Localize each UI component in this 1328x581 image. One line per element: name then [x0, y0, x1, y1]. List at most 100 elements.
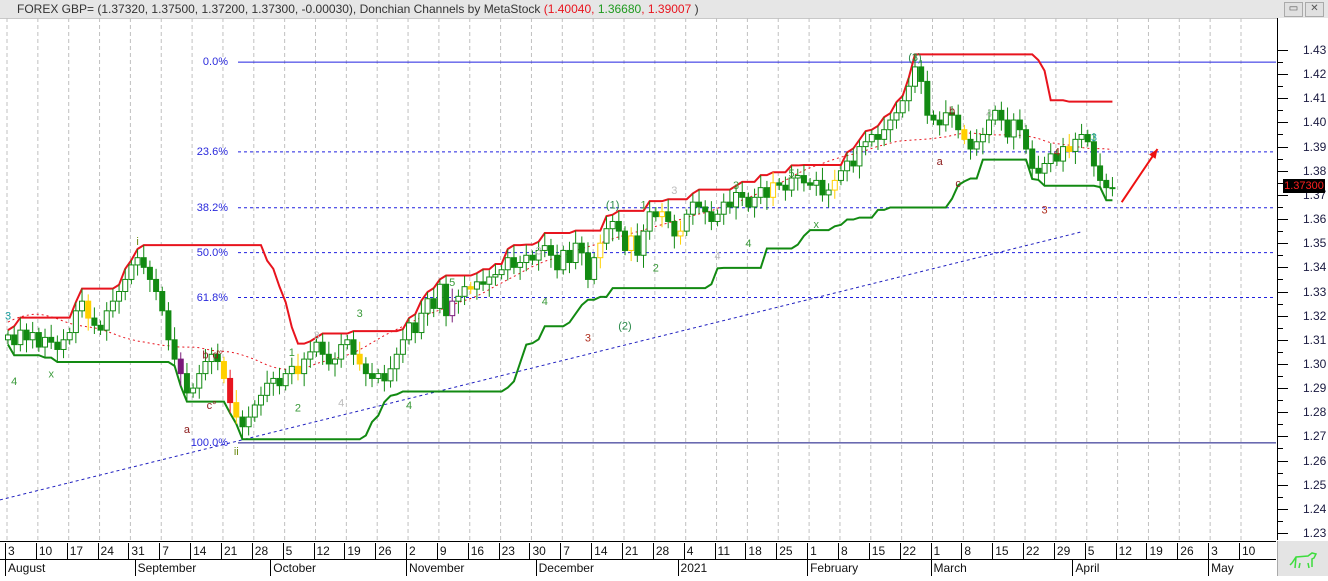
candle-body [986, 119, 993, 136]
price-minor-tick [1278, 520, 1283, 522]
candle-body [313, 341, 320, 353]
price-tick-label: 1.24 [1303, 501, 1327, 516]
week-tick-label: 28 [251, 543, 268, 559]
price-tick [1278, 194, 1288, 196]
candle-body [874, 134, 881, 140]
date-axis[interactable]: August September October November December 20… [0, 541, 1276, 577]
candle [584, 242, 591, 289]
wave-label: 4 [986, 108, 992, 120]
price-tick [1278, 412, 1288, 414]
candle-body [1035, 167, 1042, 174]
candle [1060, 137, 1067, 172]
week-tick-label: 5 [282, 543, 292, 559]
candle-body [251, 404, 258, 418]
wave-label: c [955, 178, 961, 190]
candle-body [338, 344, 345, 360]
candle-body [406, 322, 413, 341]
price-minor-tick [1278, 496, 1283, 498]
close-button[interactable]: ✕ [1305, 2, 1324, 17]
candle-body [325, 353, 332, 365]
price-tick-label: 1.28 [1303, 405, 1327, 420]
candle [1097, 153, 1104, 188]
price-tick [1278, 508, 1288, 510]
candle [270, 371, 277, 396]
price-minor-tick [1278, 375, 1283, 377]
arrow-head [1149, 149, 1158, 159]
candle [153, 268, 160, 301]
candle [116, 284, 123, 314]
candle [449, 288, 456, 323]
candle [770, 172, 777, 207]
candle-body [665, 211, 672, 222]
candle-body [122, 278, 129, 292]
week-tick-label: 9 [436, 543, 447, 559]
candle [332, 352, 339, 377]
candle-body [307, 351, 314, 360]
candle-body [23, 329, 30, 341]
candle [276, 367, 283, 395]
price-tick-label: 1.33 [1303, 284, 1327, 299]
price-tick [1278, 50, 1288, 51]
candle [486, 270, 493, 297]
wave-label: a [184, 424, 191, 436]
candle [924, 70, 931, 124]
candle-body [529, 254, 536, 261]
price-minor-tick [1278, 110, 1283, 112]
candle [930, 110, 937, 125]
candle [288, 357, 295, 385]
candle-body [1047, 153, 1054, 165]
week-tick-label: 23 [498, 543, 515, 559]
price-tick-label: 1.30 [1303, 356, 1327, 371]
candle-body [603, 228, 610, 244]
week-tick-label: 7 [159, 543, 169, 559]
candle [251, 400, 258, 422]
candle-body [467, 286, 474, 290]
candle-body [628, 235, 635, 251]
week-tick-label: 11 [714, 543, 730, 559]
candle [48, 324, 55, 349]
candle-body [270, 377, 277, 384]
candle [381, 364, 388, 392]
candle [572, 230, 579, 270]
forecast-arrow [1120, 148, 1159, 203]
week-tick-label: 2 [406, 543, 416, 559]
candle-body [375, 373, 382, 379]
candle-body [1010, 119, 1017, 138]
candle-body [424, 298, 431, 314]
candle-body [196, 373, 203, 389]
week-tick-label: 19 [1146, 543, 1163, 559]
candle [597, 234, 604, 269]
price-tick-label: 1.29 [1303, 381, 1327, 396]
price-tick [1278, 315, 1288, 317]
wave-label: 3 [357, 308, 363, 320]
candle-body [79, 300, 86, 312]
candle [677, 220, 684, 245]
week-tick-label: 25 [776, 543, 793, 559]
price-chart[interactable]: 3 4 x i b d° c° a ii 1 2 3 4 3 4 5 3 4 3 (1) (2) 1 2 3 4 3 4 5 x (3) a… [0, 0, 1276, 540]
price-minor-tick [1278, 279, 1283, 281]
candle-body [622, 230, 628, 251]
candle [393, 347, 400, 382]
price-minor-tick [1278, 303, 1283, 305]
wave-label: 1 [289, 347, 295, 359]
price-minor-tick [1278, 134, 1283, 136]
candle [992, 105, 999, 125]
price-tick [1278, 243, 1288, 245]
candle [338, 334, 345, 368]
price-axis[interactable]: 1.43 1.42 1.41 1.40 1.39 1.38 1.37 1.36 1.35 1.34… [1277, 18, 1328, 546]
candle [97, 320, 104, 335]
fib-level-label: 38.2% [196, 201, 228, 214]
candle-body [979, 134, 986, 143]
candle-body [936, 119, 943, 126]
candle [1041, 156, 1048, 186]
restore-button[interactable]: ▭ [1284, 2, 1303, 17]
candle [702, 200, 709, 225]
price-minor-tick [1278, 86, 1283, 88]
candle-body [720, 201, 727, 215]
price-minor-tick [1278, 206, 1283, 208]
fib-level-label: 61.8% [196, 291, 228, 304]
candle [350, 331, 357, 365]
candle [628, 227, 635, 262]
candle [91, 307, 98, 335]
price-minor-tick [1278, 400, 1283, 402]
